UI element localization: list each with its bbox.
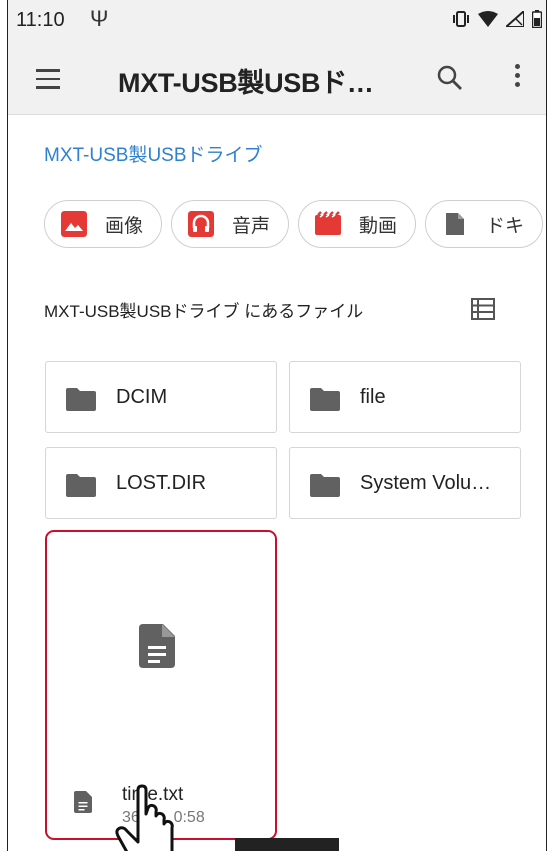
section-label: MXT-USB製USBドライブ にあるファイル: [44, 302, 364, 321]
category-chips: 画像 音声 動画 ドキ: [44, 200, 544, 248]
folder-icon: [310, 388, 340, 411]
folder-label: file: [360, 386, 386, 408]
wifi-icon: [478, 11, 498, 27]
system-icons: [452, 10, 542, 28]
search-icon[interactable]: [434, 62, 466, 94]
usb-icon: Ψ: [90, 6, 109, 31]
text-file-icon: [139, 624, 175, 668]
chip-images[interactable]: 画像: [44, 200, 163, 248]
folder-label: DCIM: [116, 386, 168, 408]
folder-icon: [310, 474, 340, 497]
chip-label: 画像: [105, 215, 144, 237]
folder-item[interactable]: LOST.DIR: [45, 447, 277, 519]
signal-icon: [506, 11, 524, 27]
breadcrumb[interactable]: MXT-USB製USBドライブ: [44, 140, 263, 167]
file-type-icon: [74, 791, 92, 813]
app-frame: 11:10 Ψ MXT-USB製USBド… MXT-USB製USBドライブ 画像…: [7, 0, 547, 851]
vibrate-icon: [453, 11, 469, 27]
document-icon: [446, 213, 465, 235]
menu-icon[interactable]: [36, 69, 60, 89]
video-icon: [315, 211, 342, 235]
chip-video[interactable]: 動画: [298, 200, 417, 248]
folder-item[interactable]: file: [289, 361, 521, 433]
battery-icon: [532, 10, 542, 28]
chip-documents[interactable]: ドキ: [425, 200, 544, 248]
headphones-icon: [188, 211, 215, 237]
page-title: MXT-USB製USBド…: [118, 68, 374, 98]
folder-item[interactable]: DCIM: [45, 361, 277, 433]
more-options-icon[interactable]: [513, 64, 521, 92]
folder-item[interactable]: System Volu…: [289, 447, 521, 519]
folder-icon: [66, 388, 96, 411]
pointing-hand-icon: [115, 784, 174, 851]
app-bar: MXT-USB製USBド…: [8, 44, 546, 115]
image-icon: [61, 211, 87, 237]
folder-label: System Volu…: [360, 472, 492, 494]
nav-bar-handle: [235, 838, 339, 851]
folder-icon: [66, 474, 96, 497]
status-time: 11:10: [16, 9, 65, 31]
chip-label: 音声: [232, 215, 271, 237]
chip-label: ドキ: [486, 215, 525, 237]
chip-label: 動画: [359, 215, 398, 237]
folder-label: LOST.DIR: [116, 472, 207, 494]
chip-audio[interactable]: 音声: [171, 200, 290, 248]
list-view-icon[interactable]: [471, 298, 495, 320]
status-bar: 11:10 Ψ: [8, 0, 546, 44]
